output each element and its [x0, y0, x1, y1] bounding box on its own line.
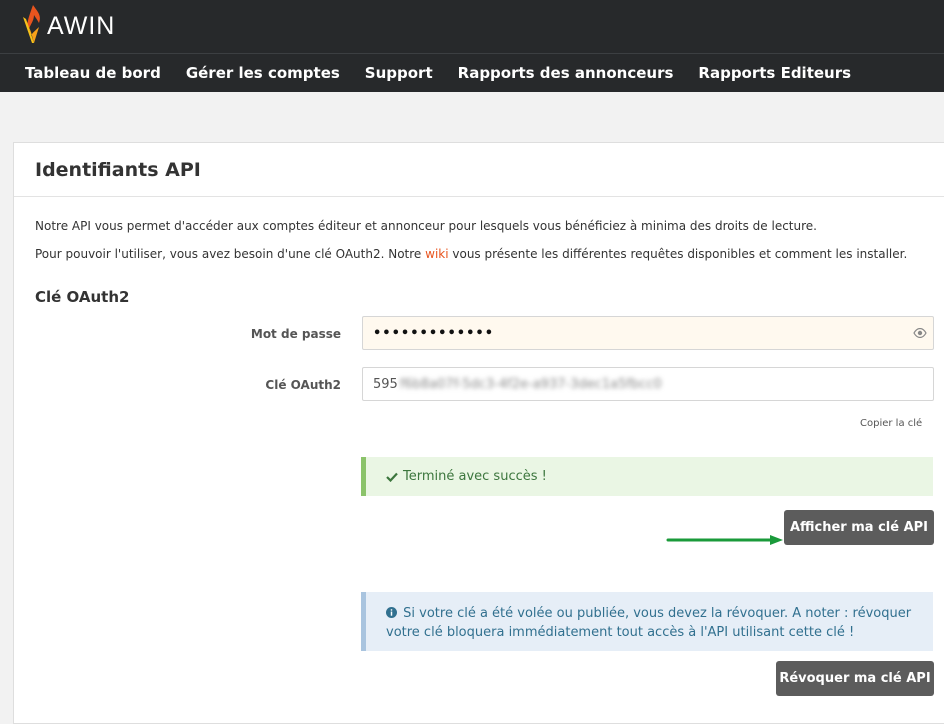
revoke-api-key-button[interactable]: Révoquer ma clé API: [776, 661, 934, 696]
top-header: AWIN: [0, 0, 944, 54]
brand-name: AWIN: [47, 11, 116, 40]
nav-item-dashboard[interactable]: Tableau de bord: [25, 64, 161, 82]
wiki-link[interactable]: wiki: [425, 247, 448, 261]
oauth2-key-field[interactable]: 595 f6b8a07f-5dc3-4f2e-a937-3dec1a5fbcc0: [362, 367, 934, 401]
info-icon: [386, 607, 397, 618]
success-message: Terminé avec succès !: [403, 469, 547, 484]
eye-icon[interactable]: [913, 327, 927, 342]
password-field[interactable]: •••••••••••••: [362, 316, 934, 350]
nav-item-advertiser-reports[interactable]: Rapports des annonceurs: [458, 64, 674, 82]
password-label: Mot de passe: [250, 327, 341, 341]
info-alert: Si votre clé a été volée ou publiée, vou…: [361, 592, 933, 651]
panel-header: Identifiants API: [14, 143, 944, 197]
nav-item-publisher-reports[interactable]: Rapports Editeurs: [698, 64, 851, 82]
oauth2-key-prefix: 595: [373, 376, 398, 392]
password-value: •••••••••••••: [373, 325, 495, 341]
nav-item-manage-accounts[interactable]: Gérer les comptes: [186, 64, 340, 82]
page-title: Identifiants API: [35, 158, 201, 181]
oauth2-key-blurred: f6b8a07f-5dc3-4f2e-a937-3dec1a5fbcc0: [399, 376, 662, 392]
info-message: Si votre clé a été volée ou publiée, vou…: [386, 606, 912, 640]
success-alert: Terminé avec succès !: [361, 457, 933, 496]
flame-icon: [23, 5, 40, 43]
show-api-key-button[interactable]: Afficher ma clé API: [784, 510, 934, 545]
oauth2-key-label: Clé OAuth2: [265, 378, 341, 392]
check-icon: [386, 472, 398, 482]
green-arrow-icon: [666, 535, 783, 545]
awin-logo[interactable]: AWIN: [22, 4, 115, 46]
main-nav: Tableau de bord Gérer les comptes Suppor…: [0, 54, 944, 92]
copy-key-link[interactable]: Copier la clé: [860, 418, 922, 429]
intro-text-2: Pour pouvoir l'utiliser, vous avez besoi…: [35, 247, 907, 261]
intro-text-2-before: Pour pouvoir l'utiliser, vous avez besoi…: [35, 247, 426, 261]
intro-text-2-after: vous présente les différentes requêtes d…: [448, 247, 908, 261]
nav-item-support[interactable]: Support: [365, 64, 433, 82]
section-title-oauth2: Clé OAuth2: [35, 288, 130, 306]
intro-text-1: Notre API vous permet d'accéder aux comp…: [35, 219, 817, 233]
